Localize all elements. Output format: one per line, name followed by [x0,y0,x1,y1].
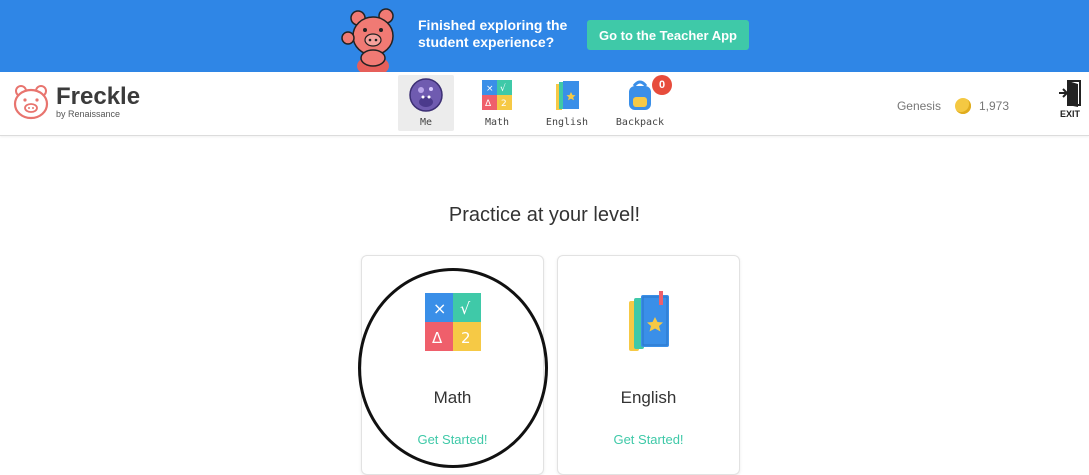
avatar-icon [409,78,443,112]
top-nav-bar: Freckle by Renaissance Me × √ Δ 2 Math E… [0,72,1089,136]
coin-count: 1,973 [978,99,1009,113]
pig-mascot-icon [341,8,394,72]
tab-math-label: Math [484,117,510,128]
tab-english-label: English [545,117,589,128]
tab-math[interactable]: × √ Δ 2 Math [462,75,532,131]
tab-english[interactable]: English [532,75,602,131]
main-tabs: Me × √ Δ 2 Math English Backpack 0 [398,75,686,131]
math-icon: × √ Δ 2 [425,293,481,351]
svg-text:2: 2 [461,329,471,347]
math-subject-card[interactable]: × √ Δ 2 Math Get Started! [361,255,544,475]
book-icon [629,291,669,351]
logo-name: Freckle [56,83,141,110]
coin-icon [954,98,971,114]
user-info: Genesis 1,973 [897,98,1009,114]
svg-text:Δ: Δ [485,99,492,109]
svg-text:2: 2 [501,99,507,109]
exit-button[interactable]: EXIT [1056,80,1084,119]
svg-text:√: √ [460,299,471,318]
svg-text:×: × [433,299,446,318]
banner-message: Finished exploring the student experienc… [418,17,567,51]
tab-backpack-label: Backpack [615,117,665,128]
banner-message-line2: student experience? [418,34,555,50]
math-icon: × √ Δ 2 [482,80,512,110]
page-headline: Practice at your level! [448,204,641,226]
math-get-started-link[interactable]: Get Started! [362,432,543,447]
backpack-count-badge: 0 [652,75,672,95]
logo-tagline: by Renaissance [56,109,121,119]
banner-message-line1: Finished exploring the [418,17,568,33]
math-card-title: Math [433,388,472,407]
svg-text:Δ: Δ [432,329,443,347]
english-subject-card[interactable]: English Get Started! [557,255,740,475]
pig-logo-icon [13,85,49,120]
tab-backpack[interactable]: Backpack 0 [602,75,678,131]
svg-text:×: × [486,84,494,94]
english-card-title: English [620,388,677,407]
teacher-app-banner: Finished exploring the student experienc… [0,0,1089,72]
go-to-teacher-app-button[interactable]: Go to the Teacher App [587,20,749,50]
english-get-started-link[interactable]: Get Started! [558,432,739,447]
freckle-logo[interactable]: Freckle by Renaissance [12,84,140,120]
tab-me-label: Me [419,117,433,128]
user-name: Genesis [896,99,941,113]
exit-door-icon [1059,80,1081,107]
exit-label: EXIT [1059,109,1080,119]
book-icon [556,81,579,110]
svg-text:√: √ [500,83,506,94]
tab-me[interactable]: Me [398,75,454,131]
